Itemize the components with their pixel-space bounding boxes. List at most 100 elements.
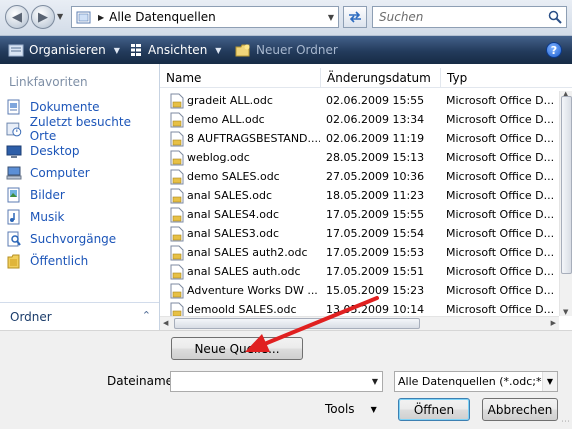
file-name-cell[interactable]: demo ALL.odc: [170, 110, 320, 129]
search-icon[interactable]: [548, 10, 562, 24]
sidebar-item-label: Suchvorgänge: [30, 232, 117, 246]
organize-menu-button[interactable]: Organisieren ▼: [8, 36, 120, 64]
sidebar-item-recent-places[interactable]: Zuletzt besuchte Orte: [6, 115, 159, 143]
cancel-button[interactable]: Abbrechen: [482, 398, 558, 421]
file-name-cell[interactable]: weblog.odc: [170, 148, 320, 167]
table-row[interactable]: anal SALES4.odc 17.05.2009 15:55 Microsoft…: [160, 205, 559, 224]
sidebar-item-label: Zuletzt besuchte Orte: [29, 115, 131, 143]
file-type-cell: Microsoft Office D...: [446, 227, 555, 240]
breadcrumb-chevron-icon[interactable]: ▶: [98, 13, 104, 22]
file-name: weblog.odc: [187, 151, 250, 164]
scroll-left-icon[interactable]: ◀: [163, 319, 168, 327]
address-dropdown-icon[interactable]: ▼: [328, 13, 334, 22]
search-placeholder: Suchen: [379, 10, 424, 24]
new-folder-button[interactable]: Neuer Ordner: [235, 36, 338, 64]
file-name-cell[interactable]: demoold SALES.odc: [170, 300, 320, 316]
table-row[interactable]: anal SALES.odc 18.05.2009 11:23 Microsoft …: [160, 186, 559, 205]
back-arrow-icon: ◀: [12, 9, 22, 25]
chevron-down-icon[interactable]: ▼: [372, 377, 378, 386]
file-date-cell: 27.05.2009 10:36: [326, 170, 425, 183]
file-type-cell: Microsoft Office D...: [446, 170, 555, 183]
file-name-cell[interactable]: Adventure Works DW ...: [170, 281, 320, 300]
search-input[interactable]: Suchen: [372, 6, 567, 28]
table-row[interactable]: anal SALES auth.odc 17.05.2009 15:51 Micro…: [160, 262, 559, 281]
refresh-button[interactable]: [343, 6, 367, 28]
file-name: demo SALES.odc: [187, 170, 280, 183]
breadcrumb[interactable]: Alle Datenquellen: [109, 10, 216, 24]
sidebar-item-music[interactable]: Musik: [6, 208, 65, 226]
file-date-cell: 02.06.2009 13:34: [326, 113, 425, 126]
scroll-right-icon[interactable]: ▶: [551, 319, 556, 327]
history-dropdown-icon[interactable]: ▼: [57, 12, 63, 21]
file-name-cell[interactable]: 8 AUFTRAGSBESTAND....: [170, 129, 320, 148]
table-row[interactable]: anal SALES3.odc 17.05.2009 15:54 Microsoft…: [160, 224, 559, 243]
file-name-cell[interactable]: anal SALES3.odc: [170, 224, 320, 243]
refresh-icon: [349, 11, 361, 23]
new-source-button[interactable]: Neue Quelle...: [171, 337, 303, 360]
address-box[interactable]: ▶ Alle Datenquellen ▼: [71, 6, 339, 28]
file-name-cell[interactable]: demo SALES.odc: [170, 167, 320, 186]
forward-button[interactable]: ▶: [31, 5, 55, 29]
views-menu-button[interactable]: Ansichten ▼: [130, 36, 221, 64]
horizontal-scroll-thumb[interactable]: [174, 318, 420, 329]
sidebar-item-computer[interactable]: Computer: [6, 164, 90, 182]
sidebar-item-searches[interactable]: Suchvorgänge: [6, 230, 116, 248]
odc-file-icon: [170, 131, 184, 146]
help-icon[interactable]: ?: [546, 42, 562, 58]
table-row[interactable]: gradeit ALL.odc 02.06.2009 15:55 Microsoft…: [160, 91, 559, 110]
new-folder-label: Neuer Ordner: [256, 43, 338, 57]
table-row[interactable]: demoold SALES.odc 13.05.2009 10:14 Microso…: [160, 300, 559, 316]
pictures-icon: [7, 187, 20, 203]
file-type-cell: Microsoft Office D...: [446, 132, 555, 145]
file-name-cell[interactable]: anal SALES.odc: [170, 186, 320, 205]
table-row[interactable]: demo SALES.odc 27.05.2009 10:36 Microsoft …: [160, 167, 559, 186]
organize-icon: [8, 44, 24, 57]
odc-file-icon: [170, 302, 184, 316]
chevron-down-icon[interactable]: ▼: [542, 372, 557, 391]
file-name-cell[interactable]: gradeit ALL.odc: [170, 91, 320, 110]
horizontal-scrollbar[interactable]: ◀ ▶: [160, 316, 559, 330]
sidebar-item-label: Musik: [30, 210, 65, 224]
table-row[interactable]: 8 AUFTRAGSBESTAND.... 02.06.2009 11:19 Mic…: [160, 129, 559, 148]
resize-grip-icon[interactable]: ⋯: [561, 417, 570, 427]
file-date-cell: 15.05.2009 15:23: [326, 284, 425, 297]
file-name-cell[interactable]: anal SALES auth2.odc: [170, 243, 320, 262]
vertical-scroll-thumb[interactable]: [561, 96, 572, 274]
sidebar-item-label: Öffentlich: [30, 254, 89, 268]
column-header-type[interactable]: Typ: [441, 68, 572, 88]
table-row[interactable]: weblog.odc 28.05.2009 15:13 Microsoft Offi…: [160, 148, 559, 167]
back-button[interactable]: ◀: [5, 5, 29, 29]
sidebar-item-public[interactable]: Öffentlich: [6, 252, 88, 270]
dialog-footer: Neue Quelle... Dateiname: ▼ Alle Datenqu…: [0, 330, 572, 429]
column-header-date[interactable]: Änderungsdatum: [321, 68, 441, 88]
sidebar-item-desktop[interactable]: Desktop: [6, 142, 80, 160]
tools-menu-button[interactable]: Tools ▼: [325, 402, 377, 416]
table-row[interactable]: anal SALES auth2.odc 17.05.2009 15:53 Micr…: [160, 243, 559, 262]
table-row[interactable]: demo ALL.odc 02.06.2009 13:34 Microsoft Of…: [160, 110, 559, 129]
file-name-cell[interactable]: anal SALES auth.odc: [170, 262, 320, 281]
file-type-filter-value: Alle Datenquellen (*.odc;*.mdb: [398, 375, 558, 388]
odc-file-icon: [170, 169, 184, 184]
file-type-cell: Microsoft Office D...: [446, 303, 555, 316]
chevron-up-icon: ⌃: [141, 309, 151, 322]
odc-file-icon: [170, 226, 184, 241]
filename-field[interactable]: ▼: [170, 371, 383, 392]
file-name-cell[interactable]: anal SALES4.odc: [170, 205, 320, 224]
column-header-name[interactable]: Name: [160, 68, 321, 88]
file-name: anal SALES3.odc: [187, 227, 280, 240]
file-type-filter[interactable]: Alle Datenquellen (*.odc;*.mdb ▼: [394, 371, 558, 392]
sidebar-item-label: Dokumente: [30, 100, 100, 114]
sidebar-item-label: Desktop: [30, 144, 80, 158]
command-toolbar: Organisieren ▼ Ansichten ▼ Neuer Ordner …: [0, 36, 572, 64]
open-button[interactable]: Öffnen: [398, 398, 470, 421]
table-row[interactable]: Adventure Works DW ... 15.05.2009 15:23 Mi…: [160, 281, 559, 300]
sidebar-item-pictures[interactable]: Bilder: [6, 186, 65, 204]
scroll-down-icon[interactable]: ▼: [563, 308, 568, 316]
documents-icon: [7, 99, 20, 115]
vertical-scrollbar[interactable]: ▲ ▼: [559, 90, 572, 316]
folders-toggle[interactable]: Ordner ⌃: [0, 302, 159, 330]
folders-label: Ordner: [10, 309, 52, 324]
file-type-cell: Microsoft Office D...: [446, 284, 555, 297]
file-type-cell: Microsoft Office D...: [446, 151, 555, 164]
sidebar-item-documents[interactable]: Dokumente: [6, 98, 100, 116]
